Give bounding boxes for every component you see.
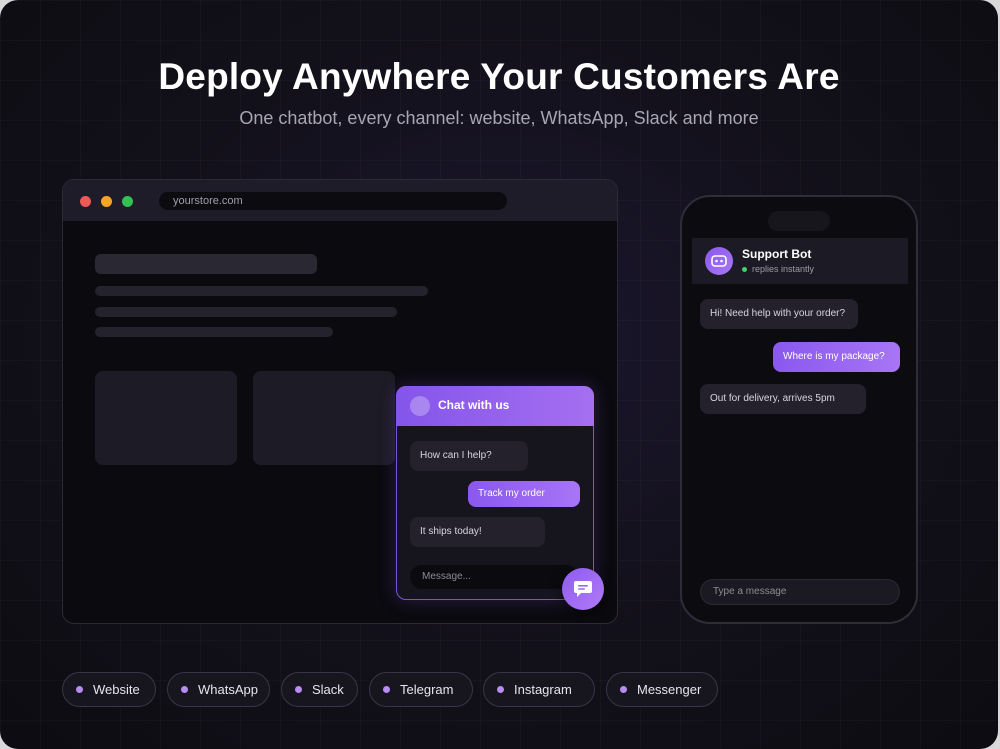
chat-widget: Chat with us How can I help? Track my or… (396, 386, 594, 600)
skeleton-line (95, 327, 333, 337)
robot-icon (711, 255, 727, 267)
skeleton-card (253, 371, 395, 465)
bot-message: Hi! Need help with your order? (700, 299, 858, 329)
browser-toolbar: yourstore.com (63, 180, 617, 221)
skeleton-heading (95, 254, 317, 274)
user-message: Track my order (468, 481, 580, 507)
channel-label: Telegram (400, 682, 454, 697)
phone-mockup: Support Bot replies instantly Hi! Need h… (680, 195, 918, 624)
close-window-dot[interactable] (80, 196, 91, 207)
phone-notch (768, 211, 830, 231)
channel-dot-icon (383, 686, 390, 693)
bot-name: Support Bot (742, 247, 812, 261)
channel-chip-instagram[interactable]: Instagram (483, 672, 595, 707)
skeleton-card (95, 371, 237, 465)
channel-chip-website[interactable]: Website (62, 672, 156, 707)
bot-message: How can I help? (410, 441, 528, 471)
bot-message: It ships today! (410, 517, 545, 547)
widget-message-input[interactable]: Message... (410, 565, 578, 589)
channel-label: Website (93, 682, 140, 697)
chat-bubble-icon (574, 581, 592, 597)
skeleton-line (95, 307, 397, 317)
widget-avatar (410, 396, 430, 416)
minimize-window-dot[interactable] (101, 196, 112, 207)
maximize-window-dot[interactable] (122, 196, 133, 207)
page-title: Deploy Anywhere Your Customers Are (158, 56, 840, 97)
user-message: Where is my package? (773, 342, 900, 372)
chat-header: Support Bot replies instantly (692, 238, 908, 284)
address-bar[interactable]: yourstore.com (159, 192, 507, 210)
channel-dot-icon (295, 686, 302, 693)
channel-chip-whatsapp[interactable]: WhatsApp (167, 672, 270, 707)
channel-label: WhatsApp (198, 682, 258, 697)
channel-chip-telegram[interactable]: Telegram (369, 672, 473, 707)
channel-label: Instagram (514, 682, 572, 697)
channel-chip-messenger[interactable]: Messenger (606, 672, 718, 707)
bot-message: Out for delivery, arrives 5pm (700, 384, 866, 414)
phone-message-input[interactable]: Type a message (700, 579, 900, 605)
bot-status: replies instantly (752, 264, 815, 274)
channel-dot-icon (620, 686, 627, 693)
chat-launcher-button[interactable] (562, 568, 604, 610)
page-frame: Deploy Anywhere Your Customers Are One c… (0, 0, 998, 749)
channel-label: Slack (312, 682, 344, 697)
channel-chip-slack[interactable]: Slack (281, 672, 358, 707)
page-subtitle: One chatbot, every channel: website, Wha… (239, 108, 759, 128)
online-status-dot (742, 267, 747, 272)
channel-dot-icon (497, 686, 504, 693)
skeleton-line (95, 286, 428, 296)
channel-dot-icon (181, 686, 188, 693)
browser-window: yourstore.com Chat with us How can I hel… (62, 179, 618, 624)
chat-widget-header: Chat with us (396, 386, 594, 426)
chat-widget-title: Chat with us (438, 398, 510, 412)
channel-dot-icon (76, 686, 83, 693)
bot-avatar (705, 247, 733, 275)
channel-label: Messenger (637, 682, 702, 697)
